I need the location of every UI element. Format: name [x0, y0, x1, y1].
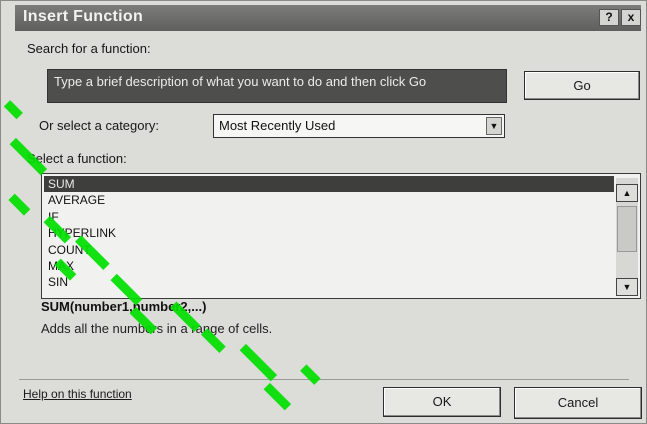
function-item-if[interactable]: IF	[44, 209, 614, 225]
function-item-average[interactable]: AVERAGE	[44, 192, 614, 208]
category-selected-value: Most Recently Used	[219, 118, 336, 133]
function-description: Adds all the numbers in a range of cells…	[41, 321, 273, 336]
function-signature: SUM(number1,number2,...)	[41, 299, 207, 314]
function-item-max[interactable]: MAX	[44, 258, 614, 274]
insert-function-dialog: Insert Function ? x Search for a functio…	[0, 0, 647, 424]
category-select[interactable]: Most Recently Used ▼	[213, 114, 505, 138]
function-list-scrollbar[interactable]: ▲ ▼	[616, 178, 638, 296]
scroll-up-icon[interactable]: ▲	[616, 184, 638, 202]
ok-button[interactable]: OK	[383, 387, 501, 417]
chevron-down-icon[interactable]: ▼	[486, 117, 502, 135]
function-list-items: SUM AVERAGE IF HYPERLINK COUNT MAX SIN	[44, 176, 614, 291]
scroll-thumb[interactable]	[617, 206, 637, 252]
help-on-function-link[interactable]: Help on this function	[23, 387, 132, 401]
search-label: Search for a function:	[27, 41, 151, 56]
function-item-count[interactable]: COUNT	[44, 242, 614, 258]
function-item-hyperlink[interactable]: HYPERLINK	[44, 225, 614, 241]
cancel-button[interactable]: Cancel	[514, 387, 642, 419]
footer-divider	[19, 379, 629, 380]
category-label: Or select a category:	[39, 118, 159, 133]
dialog-title: Insert Function	[23, 8, 144, 25]
function-list[interactable]: SUM AVERAGE IF HYPERLINK COUNT MAX SIN ▲…	[41, 173, 641, 299]
close-button[interactable]: x	[621, 9, 641, 26]
function-item-sin[interactable]: SIN	[44, 274, 614, 290]
help-button[interactable]: ?	[599, 9, 619, 26]
scroll-down-icon[interactable]: ▼	[616, 278, 638, 296]
function-list-label: Select a function:	[27, 151, 127, 166]
title-bar: Insert Function ? x	[15, 5, 641, 31]
search-input[interactable]: Type a brief description of what you wan…	[47, 69, 507, 103]
go-button[interactable]: Go	[524, 71, 640, 100]
function-item-sum[interactable]: SUM	[44, 176, 614, 193]
